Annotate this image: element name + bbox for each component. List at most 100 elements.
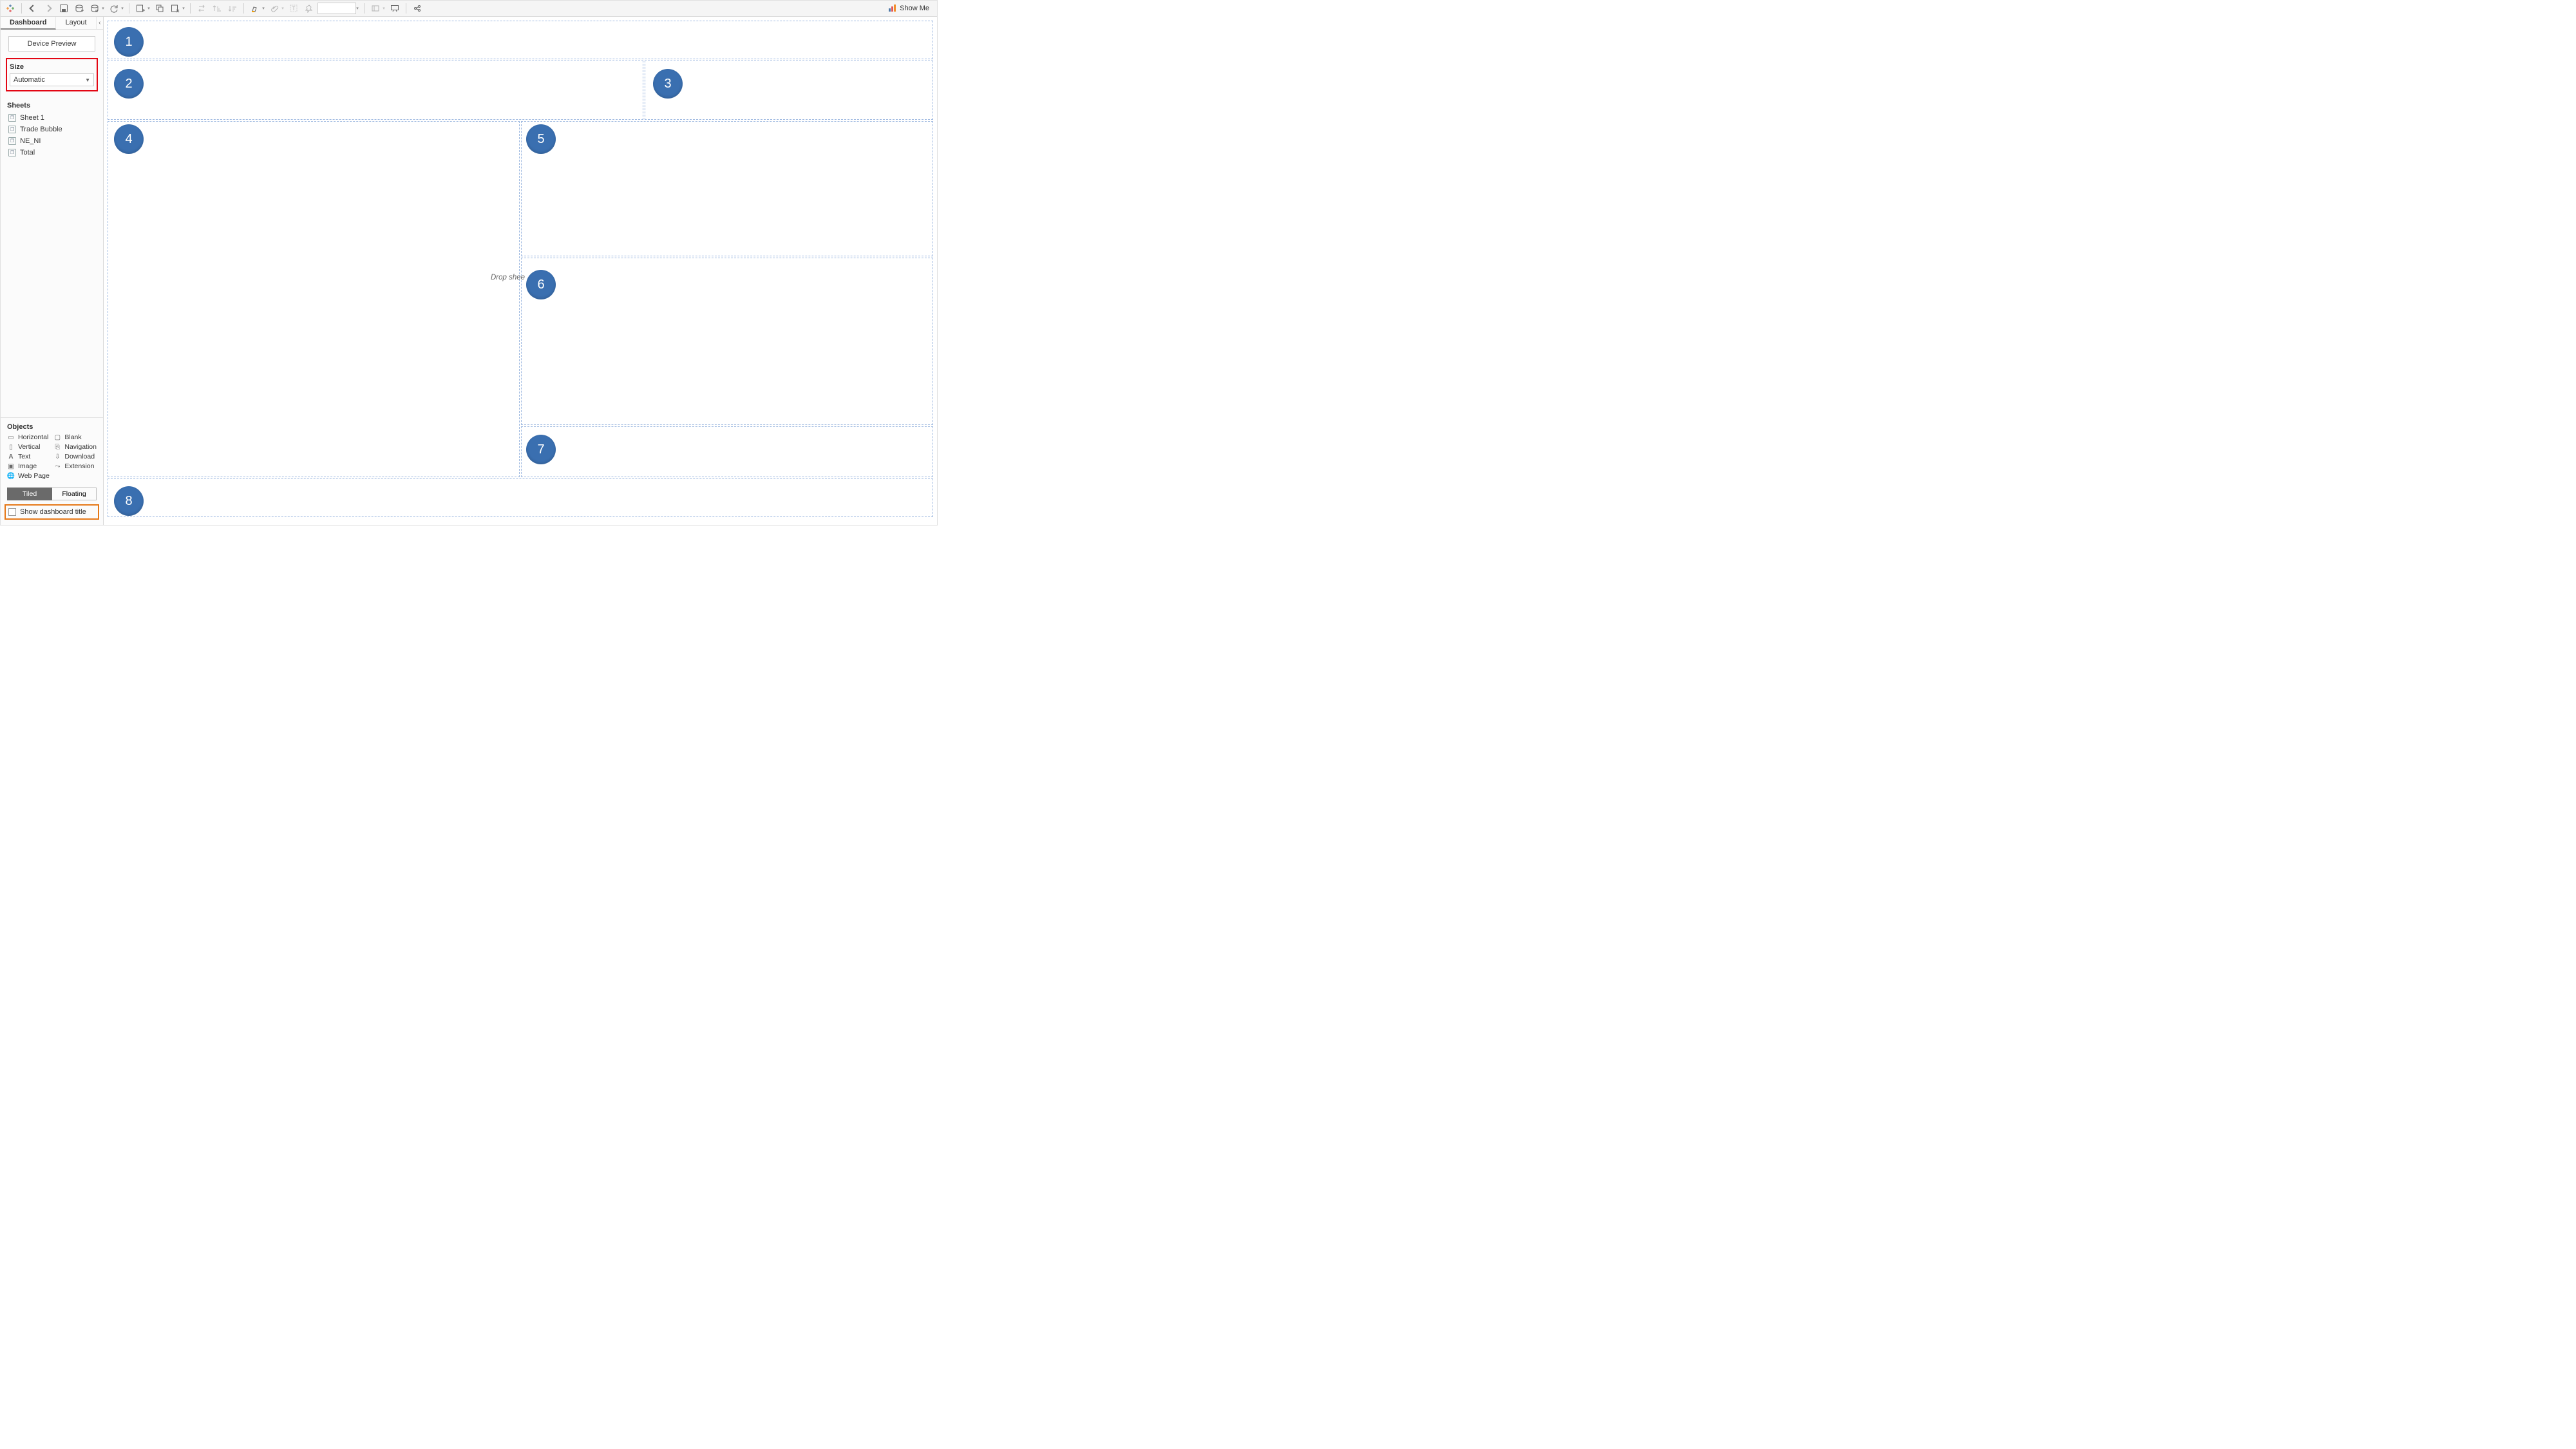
sheet-name: Trade Bubble: [20, 126, 62, 133]
highlight-dropdown-icon[interactable]: ▾: [261, 6, 266, 11]
horizontal-icon: ▭: [7, 433, 15, 441]
swap-icon[interactable]: [194, 2, 209, 15]
object-download[interactable]: ⇩Download: [53, 453, 97, 460]
new-data-source-icon[interactable]: [72, 2, 86, 15]
redo-icon[interactable]: [41, 2, 55, 15]
object-navigation[interactable]: ⎘Navigation: [53, 443, 97, 451]
highlight-icon[interactable]: [248, 2, 262, 15]
new-sheet-dropdown-icon[interactable]: ▾: [146, 6, 151, 11]
sidebar: Dashboard Layout ‹ Device Preview Size A…: [1, 17, 104, 525]
sort-asc-icon[interactable]: [210, 2, 224, 15]
object-vertical[interactable]: ▯Vertical: [7, 443, 48, 451]
clear-dropdown-icon[interactable]: ▾: [181, 6, 186, 11]
sheet-item[interactable]: ❐ Total: [7, 147, 97, 158]
drop-zone[interactable]: [108, 21, 933, 59]
object-blank[interactable]: ▢Blank: [53, 433, 97, 441]
fit-dropdown-icon[interactable]: ▾: [381, 6, 386, 11]
save-icon[interactable]: [57, 2, 71, 15]
attach-dropdown-icon[interactable]: ▾: [280, 6, 285, 11]
fit-icon[interactable]: [368, 2, 383, 15]
sheet-name: Total: [20, 149, 35, 156]
duplicate-icon[interactable]: [153, 2, 167, 15]
tableau-logo-icon[interactable]: [3, 2, 17, 15]
size-select-value: Automatic: [14, 76, 45, 84]
image-icon: ▣: [7, 462, 15, 470]
floating-button[interactable]: Floating: [52, 488, 97, 500]
webpage-icon: 🌐: [7, 472, 15, 480]
zone-badge: 4: [114, 124, 144, 154]
toolbar-separator: [190, 3, 191, 14]
toolbar-separator: [364, 3, 365, 14]
device-preview-button[interactable]: Device Preview: [8, 36, 95, 52]
drop-hint-text: Drop shee: [491, 274, 525, 281]
sheets-label: Sheets: [7, 98, 97, 112]
pin-icon[interactable]: [302, 2, 316, 15]
size-select[interactable]: Automatic ▼: [10, 73, 94, 86]
toolbar: ▾ ▾ ▾ ▾ ▾ ▾ T ▾ ▾ Show Me: [1, 1, 937, 17]
download-icon: ⇩: [53, 453, 61, 460]
device-preview-row: Device Preview: [1, 30, 103, 55]
show-me-button[interactable]: Show Me: [883, 4, 934, 13]
pause-icon[interactable]: [88, 2, 102, 15]
zone-badge: 2: [114, 69, 144, 99]
tile-float-toggle: Tiled Floating: [1, 484, 103, 503]
show-title-checkbox[interactable]: [8, 508, 16, 516]
sheet-icon: ❐: [8, 149, 16, 156]
text-icon: A: [7, 453, 15, 460]
drop-zone[interactable]: [108, 61, 643, 120]
refresh-dropdown-icon[interactable]: ▾: [120, 6, 125, 11]
sheet-icon: ❐: [8, 126, 16, 133]
drop-zone[interactable]: [108, 121, 520, 477]
zone-badge: 3: [653, 69, 683, 99]
toolbar-separator: [21, 3, 22, 14]
extension-icon: ⤳: [53, 462, 61, 470]
tab-dashboard[interactable]: Dashboard: [1, 17, 56, 30]
app-body: Dashboard Layout ‹ Device Preview Size A…: [1, 17, 937, 525]
tiled-button[interactable]: Tiled: [7, 488, 52, 500]
pause-dropdown-icon[interactable]: ▾: [100, 6, 106, 11]
undo-icon[interactable]: [26, 2, 40, 15]
refresh-icon[interactable]: [107, 2, 121, 15]
drop-zone[interactable]: [521, 121, 933, 256]
chevron-down-icon: ▼: [85, 77, 90, 83]
sheet-item[interactable]: ❐ Sheet 1: [7, 112, 97, 124]
size-section-highlight: Size Automatic ▼: [6, 58, 98, 91]
zone-badge: 8: [114, 486, 144, 516]
drop-zone[interactable]: [108, 478, 933, 517]
objects-label: Objects: [7, 422, 97, 433]
dashboard-canvas[interactable]: Drop shee 1 2 3 4 5 6 7 8: [104, 17, 937, 525]
size-label: Size: [10, 62, 94, 73]
drop-zone[interactable]: [521, 258, 933, 425]
toolbar-input[interactable]: [317, 3, 356, 14]
collapse-sidebar-icon[interactable]: ‹: [97, 17, 104, 29]
zone-badge: 5: [526, 124, 556, 154]
object-horizontal[interactable]: ▭Horizontal: [7, 433, 48, 441]
sheet-item[interactable]: ❐ NE_NI: [7, 135, 97, 147]
object-image[interactable]: ▣Image: [7, 462, 48, 470]
textlabel-icon[interactable]: T: [287, 2, 301, 15]
present-icon[interactable]: [388, 2, 402, 15]
clear-icon[interactable]: [168, 2, 182, 15]
show-title-highlight: Show dashboard title: [5, 504, 99, 520]
toolbar-input-dropdown-icon[interactable]: ▾: [355, 6, 360, 11]
drop-zone[interactable]: [521, 426, 933, 477]
sidebar-tabs: Dashboard Layout ‹: [1, 17, 103, 30]
sheet-name: NE_NI: [20, 137, 41, 145]
tab-layout[interactable]: Layout: [56, 17, 96, 29]
objects-section: Objects ▭Horizontal ▢Blank ▯Vertical ⎘Na…: [1, 417, 103, 484]
drop-zone[interactable]: [645, 61, 933, 120]
share-icon[interactable]: [410, 2, 424, 15]
toolbar-separator: [243, 3, 244, 14]
sort-desc-icon[interactable]: [225, 2, 240, 15]
app-window: ▾ ▾ ▾ ▾ ▾ ▾ T ▾ ▾ Show Me: [0, 0, 938, 526]
zone-badge: 7: [526, 435, 556, 464]
new-sheet-icon[interactable]: [133, 2, 147, 15]
object-webpage[interactable]: 🌐Web Page: [7, 472, 97, 480]
sheet-item[interactable]: ❐ Trade Bubble: [7, 124, 97, 135]
show-title-label: Show dashboard title: [20, 508, 86, 516]
navigation-icon: ⎘: [53, 443, 61, 451]
object-extension[interactable]: ⤳Extension: [53, 462, 97, 470]
attach-icon[interactable]: [267, 2, 281, 15]
object-text[interactable]: AText: [7, 453, 48, 460]
sheets-section: Sheets ❐ Sheet 1 ❐ Trade Bubble ❐ NE_NI …: [1, 97, 103, 160]
